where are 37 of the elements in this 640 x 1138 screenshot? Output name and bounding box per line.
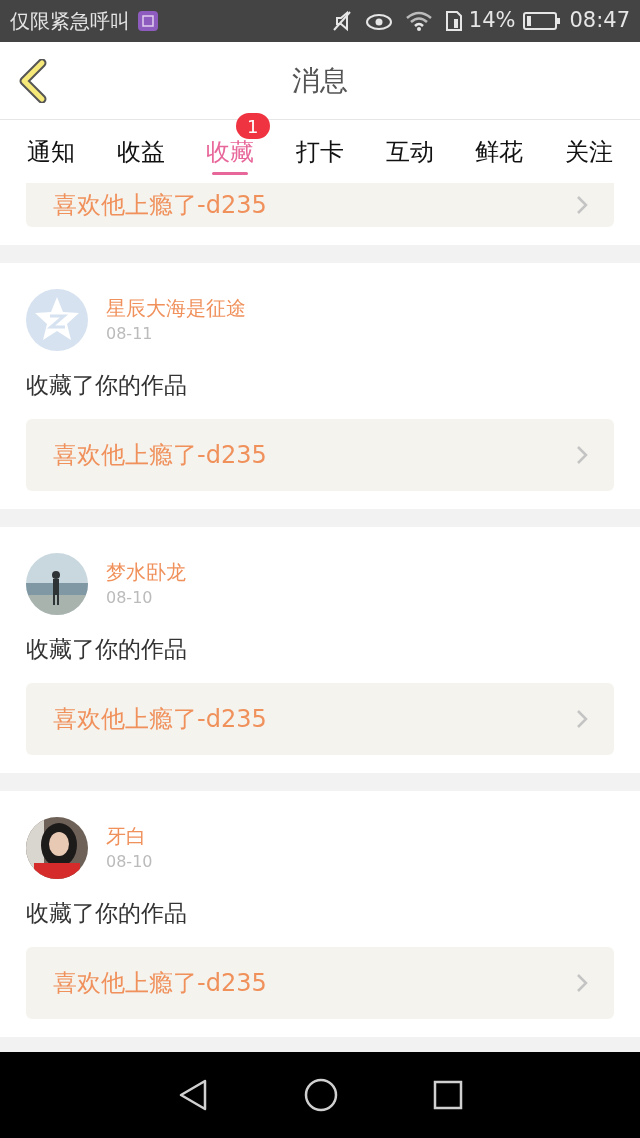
tab[interactable]: 鲜花 — [454, 120, 545, 183]
chevron-right-icon — [576, 195, 588, 215]
unread-badge: 1 — [235, 113, 270, 139]
battery-icon — [523, 11, 562, 31]
user-name[interactable]: 梦水卧龙 — [106, 558, 186, 586]
work-link[interactable]: 喜欢他上瘾了-d235 — [26, 183, 614, 227]
image-icon — [138, 11, 158, 31]
message-text: 收藏了你的作品 — [26, 371, 188, 400]
recents-nav-button[interactable] — [432, 1080, 463, 1110]
default-avatar-icon — [26, 289, 88, 351]
work-link[interactable]: 喜欢他上瘾了-d235 — [26, 419, 614, 491]
message-text: 收藏了你的作品 — [26, 635, 188, 664]
page-title: 消息 — [292, 62, 348, 99]
user-name[interactable]: 牙白 — [106, 822, 153, 850]
tab[interactable]: 打卡 — [275, 120, 365, 183]
eye-icon — [364, 11, 393, 31]
tab[interactable]: 互动 — [364, 120, 455, 183]
chevron-right-icon — [576, 973, 588, 993]
muted-icon — [330, 10, 353, 32]
chevron-right-icon — [576, 445, 588, 465]
work-link[interactable]: 喜欢他上瘾了-d235 — [26, 947, 614, 1019]
tab[interactable]: 收益 — [95, 120, 186, 183]
tab[interactable]: 通知 — [6, 120, 96, 183]
wifi-icon — [404, 10, 433, 32]
user-name[interactable]: 星辰大海是征途 — [106, 294, 246, 322]
message-text: 收藏了你的作品 — [26, 899, 188, 928]
carrier-text: 仅限紧急呼叫 — [10, 8, 130, 35]
home-nav-button[interactable] — [304, 1078, 338, 1112]
sim-icon — [444, 10, 463, 32]
tab[interactable]: 关注 — [544, 120, 635, 183]
message-date: 08-10 — [106, 851, 153, 873]
message-date: 08-10 — [106, 587, 154, 609]
battery-percent: 14% — [468, 7, 516, 35]
message-date: 08-11 — [106, 323, 154, 345]
work-link[interactable]: 喜欢他上瘾了-d235 — [26, 683, 614, 755]
chevron-right-icon — [576, 709, 588, 729]
clock-text: 08:47 — [569, 7, 630, 35]
